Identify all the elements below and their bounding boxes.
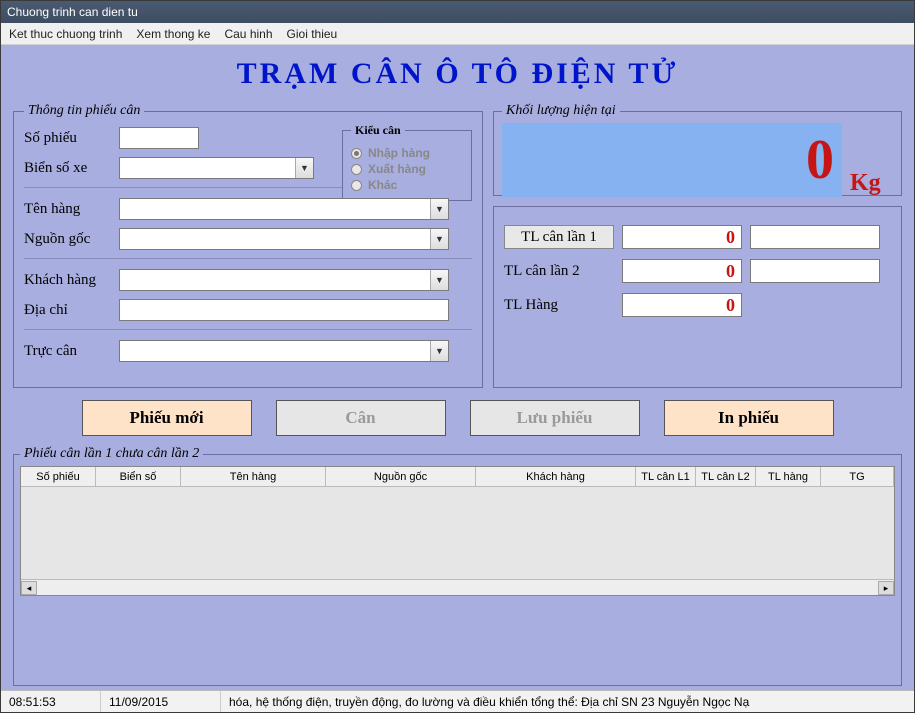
ticket-info-group: Thông tin phiếu cân Kiểu cân Nhập hàng X… (13, 103, 483, 388)
col-ten-hang[interactable]: Tên hàng (181, 467, 326, 486)
status-bar: 08:51:53 11/09/2015 hóa, hệ thống điện, … (1, 690, 914, 712)
radio-dot-icon (351, 164, 362, 175)
radio-khac-label: Khác (368, 178, 397, 192)
chevron-down-icon[interactable]: ▼ (430, 270, 448, 290)
label-so-phieu: Số phiếu (24, 130, 119, 147)
weight-display-panel: 0 (502, 123, 842, 197)
top-row: Thông tin phiếu cân Kiểu cân Nhập hàng X… (13, 103, 902, 388)
window-titlebar: Chuong trinh can dien tu (1, 1, 914, 23)
col-tg[interactable]: TG (821, 467, 894, 486)
col-bien-so[interactable]: Biển số (96, 467, 181, 486)
print-ticket-button[interactable]: In phiếu (664, 400, 834, 436)
menu-config[interactable]: Cau hinh (224, 27, 272, 41)
action-button-row: Phiếu mới Cân Lưu phiếu In phiếu (13, 400, 902, 436)
page-title: TRẠM CÂN Ô TÔ ĐIỆN TỬ (13, 57, 902, 91)
radio-dot-icon (351, 180, 362, 191)
radio-nhap-label: Nhập hàng (368, 146, 430, 160)
combo-khach-hang[interactable]: ▼ (119, 269, 449, 291)
radio-dot-icon (351, 148, 362, 159)
weigh-button[interactable]: Cân (276, 400, 446, 436)
grid-body[interactable] (21, 487, 894, 579)
input-dia-chi[interactable] (119, 299, 449, 321)
window-title: Chuong trinh can dien tu (7, 5, 138, 19)
radio-nhap-hang[interactable]: Nhập hàng (351, 146, 463, 160)
chevron-down-icon[interactable]: ▼ (430, 199, 448, 219)
radio-xuat-hang[interactable]: Xuất hàng (351, 162, 463, 176)
scroll-left-icon[interactable]: ◂ (21, 581, 37, 595)
grid-header-row: Số phiếu Biển số Tên hàng Nguồn gốc Khác… (21, 467, 894, 487)
data-grid[interactable]: Số phiếu Biển số Tên hàng Nguồn gốc Khác… (20, 466, 895, 596)
input-ten-hang[interactable] (119, 198, 449, 220)
menu-stats[interactable]: Xem thong ke (136, 27, 210, 41)
radio-khac[interactable]: Khác (351, 178, 463, 192)
unit-kg-label: Kg (850, 170, 881, 197)
menubar: Ket thuc chuong trinh Xem thong ke Cau h… (1, 23, 914, 45)
weight-value: 0 (806, 128, 834, 192)
combo-ten-hang[interactable]: ▼ (119, 198, 449, 220)
scroll-right-icon[interactable]: ▸ (878, 581, 894, 595)
weigh-type-group: Kiểu cân Nhập hàng Xuất hàng Khác (342, 123, 472, 201)
combo-nguon-goc[interactable]: ▼ (119, 228, 449, 250)
weigh-results-group: TL cân lần 1 TL cân lần 2 TL Hàng (493, 206, 902, 388)
ticket-info-legend: Thông tin phiếu cân (24, 103, 144, 119)
new-ticket-button[interactable]: Phiếu mới (82, 400, 252, 436)
weigh-type-legend: Kiểu cân (351, 123, 405, 138)
label-khach-hang: Khách hàng (24, 272, 119, 289)
tl-lan1-button[interactable]: TL cân lần 1 (504, 225, 614, 249)
col-tl2[interactable]: TL cân L2 (696, 467, 756, 486)
current-weight-group: Khối lượng hiện tại 0 Kg (493, 103, 902, 196)
label-dia-chi: Địa chỉ (24, 302, 119, 319)
tl-lan2-value[interactable] (622, 259, 742, 283)
divider (24, 258, 472, 259)
chevron-down-icon[interactable]: ▼ (430, 229, 448, 249)
col-khach-hang[interactable]: Khách hàng (476, 467, 636, 486)
app-window: Chuong trinh can dien tu Ket thuc chuong… (0, 0, 915, 713)
col-nguon-goc[interactable]: Nguồn gốc (326, 467, 476, 486)
divider (24, 329, 472, 330)
save-ticket-button[interactable]: Lưu phiếu (470, 400, 640, 436)
current-weight-legend: Khối lượng hiện tại (502, 103, 620, 119)
tl-hang-label: TL Hàng (504, 297, 614, 314)
chevron-down-icon[interactable]: ▼ (295, 158, 313, 178)
app-body: TRẠM CÂN Ô TÔ ĐIỆN TỬ Thông tin phiếu câ… (1, 45, 914, 690)
tl-hang-value[interactable] (622, 293, 742, 317)
combo-bien-so[interactable]: ▼ (119, 157, 314, 179)
horizontal-scrollbar[interactable]: ◂ ▸ (21, 579, 894, 595)
col-tl1[interactable]: TL cân L1 (636, 467, 696, 486)
col-tlhang[interactable]: TL hàng (756, 467, 821, 486)
combo-truc-can[interactable]: ▼ (119, 340, 449, 362)
pending-grid-legend: Phiếu cân lần 1 chưa cân lần 2 (20, 446, 203, 462)
input-bien-so[interactable] (119, 157, 314, 179)
tl-lan2-extra[interactable] (750, 259, 880, 283)
status-time: 08:51:53 (1, 691, 101, 712)
input-khach-hang[interactable] (119, 269, 449, 291)
tl-lan2-label: TL cân lần 2 (504, 263, 614, 280)
status-date: 11/09/2015 (101, 691, 221, 712)
chevron-down-icon[interactable]: ▼ (430, 341, 448, 361)
label-bien-so: Biển số xe (24, 160, 119, 177)
col-so-phieu[interactable]: Số phiếu (21, 467, 96, 486)
right-column: Khối lượng hiện tại 0 Kg TL cân lần 1 (493, 103, 902, 388)
label-ten-hang: Tên hàng (24, 201, 119, 218)
radio-xuat-label: Xuất hàng (368, 162, 426, 176)
input-so-phieu[interactable] (119, 127, 199, 149)
label-truc-can: Trực cân (24, 343, 119, 360)
menu-exit[interactable]: Ket thuc chuong trinh (9, 27, 122, 41)
menu-about[interactable]: Gioi thieu (287, 27, 338, 41)
input-truc-can[interactable] (119, 340, 449, 362)
pending-grid-group: Phiếu cân lần 1 chưa cân lần 2 Số phiếu … (13, 446, 902, 686)
status-message: hóa, hệ thống điện, truyền động, đo lườn… (221, 691, 914, 712)
input-nguon-goc[interactable] (119, 228, 449, 250)
label-nguon-goc: Nguồn gốc (24, 231, 119, 248)
tl-lan1-value[interactable] (622, 225, 742, 249)
tl-lan1-extra[interactable] (750, 225, 880, 249)
